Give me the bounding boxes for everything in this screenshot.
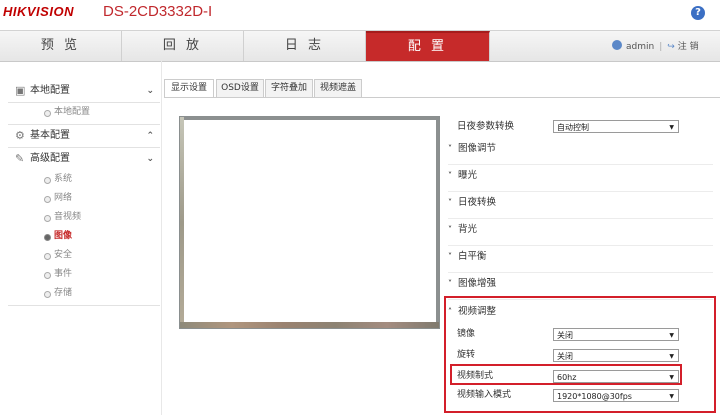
chevron-down-icon: ˅ [448,144,452,153]
bullet-icon [44,215,51,222]
monitor-icon: ▣ [15,84,26,97]
tab-preview[interactable]: 预 览 [0,31,122,61]
tab-configuration[interactable]: 配 置 [366,31,490,61]
tab-text-overlay[interactable]: 字符叠加 [265,79,313,98]
bullet-icon [44,253,51,260]
highlight-box-video-standard [450,364,682,385]
section-exposure[interactable]: ˅ 曝光 [448,167,477,185]
chevron-down-icon: ⌄ [146,86,154,96]
sidebar-section-label: 本地配置 [30,85,70,96]
sidebar-section-label: 高级配置 [30,153,70,164]
tab-playback[interactable]: 回 放 [122,31,244,61]
bullet-icon [44,272,51,279]
dropdown-arrow-icon: ▼ [669,124,674,131]
sidebar-item-security[interactable]: 安全 [8,246,160,265]
user-icon [612,40,622,50]
section-image-adjust[interactable]: ˅ 图像调节 [448,140,496,158]
main-nav: 预 览 回 放 日 志 配 置 admin | ↪ 注 销 [0,30,720,62]
bullet-icon [44,177,51,184]
help-icon[interactable]: ? [691,6,705,20]
bullet-icon [44,234,51,241]
tab-underline [164,97,720,98]
bullet-icon [44,291,51,298]
sidebar-item-event[interactable]: 事件 [8,265,160,284]
chevron-down-icon: ˅ [448,225,452,234]
sidebar-item-image[interactable]: 图像 [8,227,160,246]
day-night-label: 日夜参数转换 [457,121,515,132]
logout-link[interactable]: 注 销 [678,42,699,52]
section-image-enhance[interactable]: ˅ 图像增强 [448,275,496,293]
chevron-down-icon: ˅ [448,279,452,288]
brand-logo: HIKVISION [3,4,74,19]
sidebar-divider [161,60,162,415]
top-bar: HIKVISION DS-2CD3332D-I ? [0,0,720,28]
chevron-up-icon: ⌃ [146,131,154,141]
sidebar-section-basic[interactable]: ⚙ 基本配置 ⌃ [8,125,160,148]
device-model: DS-2CD3332D-I [103,3,213,20]
bullet-icon [44,196,51,203]
tab-log[interactable]: 日 志 [244,31,366,61]
section-white-balance[interactable]: ˅ 白平衡 [448,248,487,266]
sidebar-item-local-config[interactable]: 本地配置 [8,103,160,122]
sidebar-section-advanced[interactable]: ✎ 高级配置 ⌄ [8,148,160,170]
tab-privacy-mask[interactable]: 视频遮盖 [314,79,362,98]
wrench-icon: ✎ [15,152,25,165]
sidebar-section-label: 基本配置 [30,130,70,141]
sidebar-item-system[interactable]: 系统 [8,170,160,189]
day-night-select[interactable]: 自动控制 ▼ [553,120,679,133]
section-day-night[interactable]: ˅ 日夜转换 [448,194,496,212]
username: admin [626,42,655,52]
highlight-box-video-section [444,296,716,413]
chevron-down-icon: ˅ [448,171,452,180]
sidebar-item-storage[interactable]: 存储 [8,284,160,303]
tab-display-settings[interactable]: 显示设置 [164,79,214,98]
chevron-down-icon: ˅ [448,198,452,207]
gear-icon: ⚙ [15,129,25,142]
tab-osd-settings[interactable]: OSD设置 [216,79,264,98]
user-area: admin | ↪ 注 销 [612,39,699,52]
chevron-down-icon: ⌄ [146,154,154,164]
logout-icon[interactable]: ↪ [667,42,675,52]
section-backlight[interactable]: ˅ 背光 [448,221,477,239]
sidebar-item-audio-video[interactable]: 音视频 [8,208,160,227]
sidebar-item-network[interactable]: 网络 [8,189,160,208]
sidebar: ▣ 本地配置 ⌄ 本地配置 ⚙ 基本配置 ⌃ ✎ 高级配置 ⌄ 系统 网络 音视… [8,80,160,306]
bullet-icon [44,110,51,117]
sidebar-section-local[interactable]: ▣ 本地配置 ⌄ [8,80,160,103]
chevron-down-icon: ˅ [448,252,452,261]
live-preview [179,116,440,329]
